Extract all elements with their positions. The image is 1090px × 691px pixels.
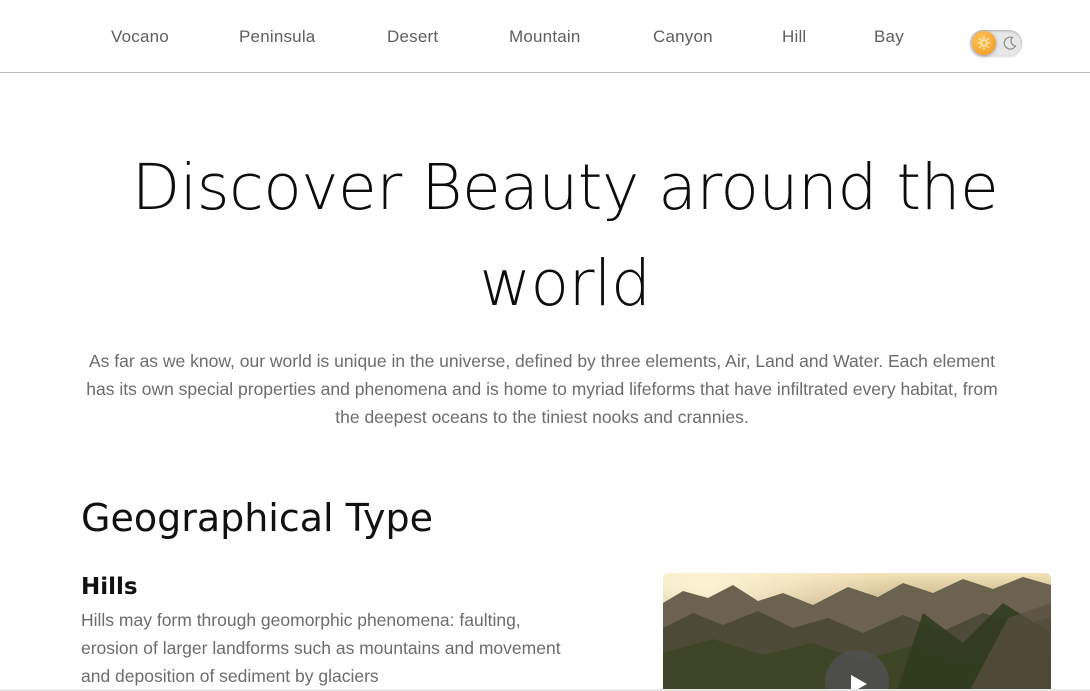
top-navigation: Vocano Peninsula Desert Mountain Canyon … [0, 0, 1090, 73]
card-description: Hills may form through geomorphic phenom… [81, 610, 561, 686]
nav-link-canyon[interactable]: Canyon [653, 27, 713, 47]
nav-link-mountain[interactable]: Mountain [509, 27, 581, 47]
nav-link-hill[interactable]: Hill [782, 27, 806, 47]
nav-link-peninsula[interactable]: Peninsula [239, 27, 315, 47]
nav-link-desert[interactable]: Desert [387, 27, 438, 47]
nav-link-bay[interactable]: Bay [874, 27, 904, 47]
section-title: Geographical Type [81, 496, 433, 540]
hero-title: Discover Beauty around the world [131, 151, 999, 320]
hills-video-thumbnail[interactable] [663, 573, 1051, 691]
theme-toggle[interactable] [970, 30, 1022, 56]
moon-icon [1003, 36, 1017, 50]
nav-link-vocano[interactable]: Vocano [111, 27, 169, 47]
sun-icon [972, 31, 996, 55]
card-title: Hills [81, 574, 138, 600]
hero-description: As far as we know, our world is unique i… [86, 351, 998, 427]
